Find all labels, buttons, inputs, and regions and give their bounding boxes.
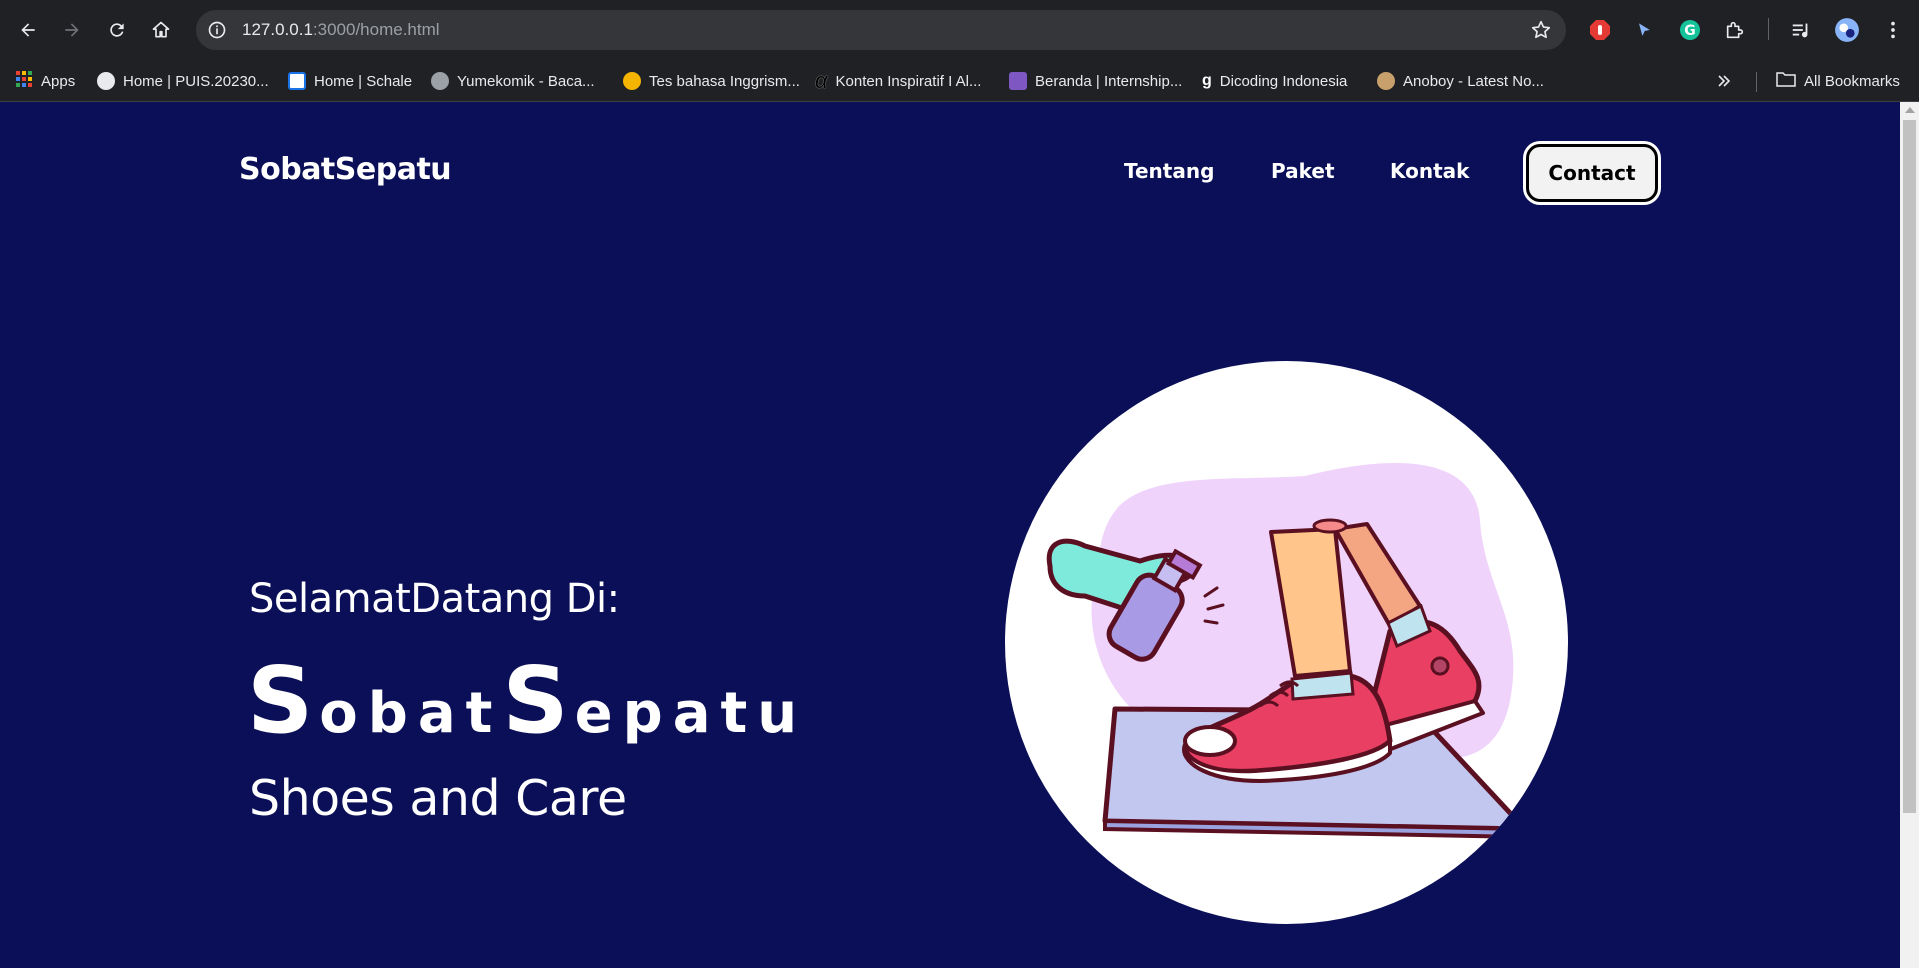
adblock-extension-icon[interactable] [1586, 16, 1614, 44]
all-bookmarks-folder[interactable]: All Bookmarks [1776, 60, 1900, 102]
forward-icon[interactable] [56, 14, 88, 46]
nav-link-tentang[interactable]: Tentang [1124, 159, 1214, 183]
back-icon[interactable] [12, 14, 44, 46]
nav-link-kontak[interactable]: Kontak [1390, 159, 1469, 183]
bookmark-apps[interactable]: Apps [15, 60, 75, 102]
alpha-icon: α [815, 68, 828, 93]
hero-title-initial-1: S [247, 647, 320, 754]
site-info-icon[interactable] [206, 19, 228, 41]
browser-toolbar: 127.0.0.1:3000/home.html G [0, 0, 1919, 60]
contact-button[interactable]: Contact [1526, 144, 1658, 202]
bookmark-dicoding[interactable]: g Dicoding Indonesia [1202, 60, 1347, 102]
home-icon[interactable] [145, 14, 177, 46]
hero-tagline: Shoes and Care [249, 770, 627, 827]
more-bookmarks-chevron-icon[interactable] [1716, 60, 1732, 102]
bookmark-yumekomik[interactable]: Yumekomik - Baca... [431, 60, 595, 102]
bookmark-beranda-internship[interactable]: Beranda | Internship... [1009, 60, 1182, 102]
menu-kebab-icon[interactable] [1879, 16, 1907, 44]
url-text[interactable]: 127.0.0.1:3000/home.html [242, 10, 440, 50]
apps-grid-icon [15, 70, 33, 92]
bookmark-konten-inspiratif[interactable]: α Konten Inspiratif I Al... [815, 60, 981, 102]
address-bar[interactable]: 127.0.0.1:3000/home.html [196, 10, 1566, 50]
bookmark-puis[interactable]: Home | PUIS.20230... [97, 60, 269, 102]
bookmark-tes-bahasa[interactable]: Tes bahasa Inggrism... [623, 60, 800, 102]
nav-link-paket[interactable]: Paket [1271, 159, 1335, 183]
profile-avatar[interactable] [1833, 16, 1861, 44]
extensions-puzzle-icon[interactable] [1721, 16, 1749, 44]
media-control-icon[interactable] [1787, 16, 1815, 44]
university-logo-icon [97, 72, 115, 90]
reload-icon[interactable] [101, 14, 133, 46]
hero-title-rest-1: obat [319, 681, 503, 746]
svg-text:G: G [1684, 23, 1696, 39]
dicoding-icon: g [1202, 72, 1212, 89]
hero-title-rest-2: epatu [574, 681, 808, 746]
bookmark-schale[interactable]: Home | Schale [288, 60, 412, 102]
hero-title-initial-2: S [502, 647, 575, 754]
bookmark-star-icon[interactable] [1530, 19, 1552, 41]
folder-icon [1776, 71, 1796, 91]
shoe-cleaning-illustration [1005, 361, 1568, 924]
hero-welcome-text: SelamatDatang Di: [249, 576, 620, 622]
yumekomik-icon [431, 72, 449, 90]
hero-title: SobatSepatu [247, 647, 807, 754]
bookmarks-bar: Apps Home | PUIS.20230... Home | Schale … [0, 60, 1919, 102]
internship-icon [1009, 72, 1027, 90]
sun-icon [623, 72, 641, 90]
scroll-up-arrow-icon[interactable] [1905, 107, 1915, 113]
anoboy-icon [1377, 72, 1395, 90]
page-viewport: SobatSepatu Tentang Paket Kontak Contact… [0, 102, 1900, 968]
page-scrollbar[interactable] [1900, 102, 1919, 968]
schale-icon [288, 72, 306, 90]
grammarly-extension-icon[interactable]: G [1676, 16, 1704, 44]
bookmarks-divider [1756, 72, 1757, 92]
site-brand-logo[interactable]: SobatSepatu [239, 152, 452, 187]
bookmark-anoboy[interactable]: Anoboy - Latest No... [1377, 60, 1544, 102]
scrollbar-thumb[interactable] [1903, 120, 1916, 813]
cursor-extension-icon[interactable] [1630, 16, 1658, 44]
toolbar-divider [1768, 18, 1769, 40]
